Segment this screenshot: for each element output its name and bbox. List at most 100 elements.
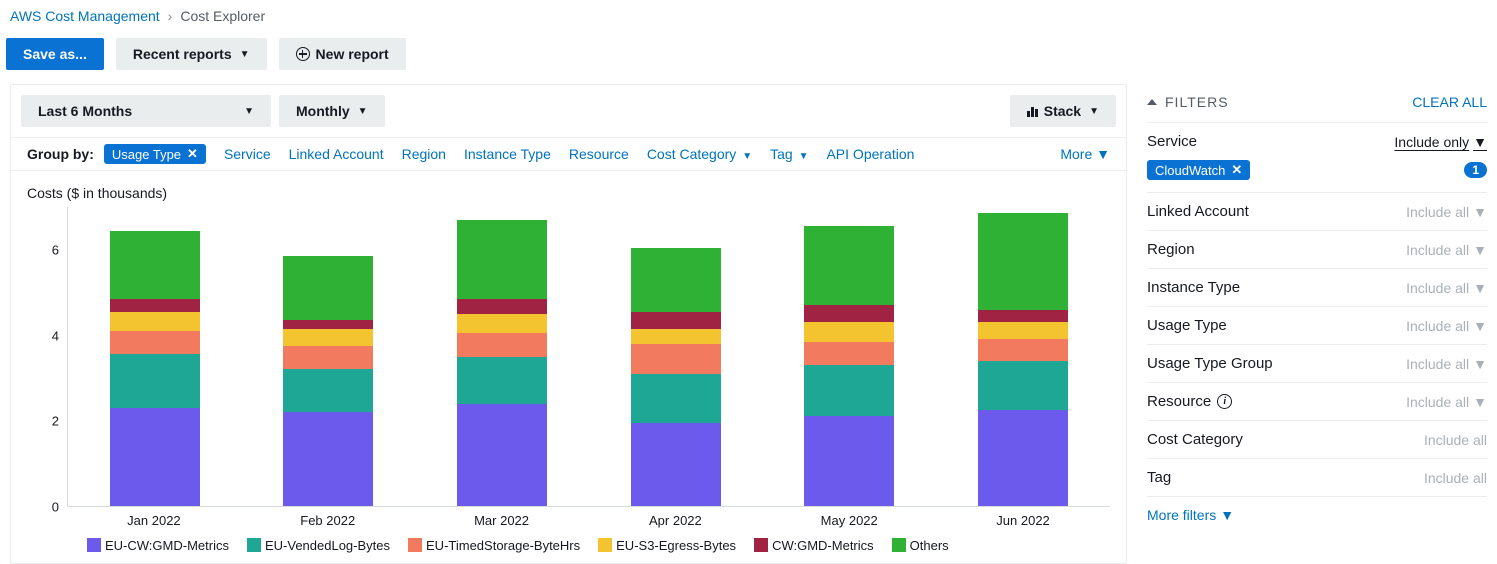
bar-segment — [110, 331, 200, 354]
x-tick: Apr 2022 — [630, 513, 720, 528]
bar-segment — [283, 412, 373, 506]
bar-segment — [978, 310, 1068, 323]
filter-value[interactable]: Include all▼ — [1406, 204, 1487, 220]
close-icon[interactable]: ✕ — [1231, 162, 1242, 178]
x-tick: Feb 2022 — [283, 513, 373, 528]
save-as-button[interactable]: Save as... — [6, 38, 104, 70]
filter-value[interactable]: Include all▼ — [1406, 280, 1487, 296]
toolbar: Save as... Recent reports▼ New report — [0, 32, 1497, 84]
breadcrumb-root[interactable]: AWS Cost Management — [10, 8, 160, 24]
bar-segment — [283, 320, 373, 329]
chart-type-selector[interactable]: Stack▼ — [1010, 95, 1116, 127]
bar-segment — [978, 361, 1068, 410]
caret-down-icon: ▼ — [1096, 146, 1110, 162]
filter-row: TagInclude all — [1147, 459, 1487, 497]
bar-column — [457, 207, 547, 506]
filter-chip-cloudwatch[interactable]: CloudWatch✕ — [1147, 160, 1250, 180]
breadcrumb: AWS Cost Management › Cost Explorer — [0, 0, 1497, 32]
filter-row: Resource iInclude all▼ — [1147, 383, 1487, 421]
cost-chart: 0246 — [27, 207, 1110, 507]
filter-value[interactable]: Include all — [1424, 470, 1487, 486]
filter-name: Usage Type Group — [1147, 355, 1273, 372]
new-report-button[interactable]: New report — [279, 38, 406, 70]
filter-service-mode[interactable]: Include only ▼ — [1394, 134, 1487, 150]
filter-value[interactable]: Include all▼ — [1406, 394, 1487, 410]
filter-value[interactable]: Include all — [1424, 432, 1487, 448]
group-by-option[interactable]: API Operation — [826, 146, 914, 162]
bar-segment — [110, 408, 200, 506]
group-by-option[interactable]: Instance Type — [464, 146, 551, 162]
clear-all-filters[interactable]: CLEAR ALL — [1412, 94, 1487, 110]
group-by-option[interactable]: Tag ▼ — [770, 146, 808, 162]
bar-segment — [804, 342, 894, 365]
bar-segment — [110, 354, 200, 407]
group-by-option[interactable]: Service — [224, 146, 271, 162]
legend-swatch-icon — [408, 538, 422, 552]
chevron-right-icon: › — [168, 8, 173, 24]
filter-row: Usage Type Group Include all▼ — [1147, 345, 1487, 383]
group-by-label: Group by: — [27, 146, 94, 162]
caret-down-icon: ▼ — [358, 106, 368, 117]
caret-down-icon: ▼ — [1473, 204, 1487, 220]
bar-segment — [283, 256, 373, 320]
bar-column — [283, 207, 373, 506]
group-by-active-pill[interactable]: Usage Type✕ — [104, 144, 206, 164]
y-tick: 2 — [29, 414, 59, 429]
chart-title: Costs ($ in thousands) — [27, 185, 1110, 201]
bar-segment — [978, 213, 1068, 309]
close-icon[interactable]: ✕ — [187, 146, 198, 162]
filter-name: Instance Type — [1147, 279, 1240, 296]
caret-up-icon — [1147, 99, 1157, 105]
legend-swatch-icon — [892, 538, 906, 552]
bar-chart-icon — [1027, 105, 1038, 117]
caret-down-icon: ▼ — [742, 151, 752, 162]
bar-segment — [110, 231, 200, 299]
bar-segment — [804, 322, 894, 341]
more-filters[interactable]: More filters ▼ — [1147, 497, 1487, 533]
y-tick: 4 — [29, 328, 59, 343]
filter-value[interactable]: Include all▼ — [1406, 318, 1487, 334]
x-tick: Mar 2022 — [457, 513, 547, 528]
caret-down-icon: ▼ — [244, 106, 254, 117]
caret-down-icon: ▼ — [799, 151, 809, 162]
bar-segment — [283, 329, 373, 346]
filter-value[interactable]: Include all▼ — [1406, 242, 1487, 258]
granularity-selector[interactable]: Monthly▼ — [279, 95, 385, 127]
bar-column — [631, 207, 721, 506]
bar-segment — [457, 404, 547, 507]
caret-down-icon: ▼ — [1473, 280, 1487, 296]
group-by-option[interactable]: Resource — [569, 146, 629, 162]
group-by-bar: Group by: Usage Type✕ Service Linked Acc… — [11, 137, 1126, 171]
caret-down-icon: ▼ — [1473, 134, 1487, 150]
bar-segment — [978, 339, 1068, 360]
caret-down-icon: ▼ — [1220, 507, 1234, 523]
filter-name: Linked Account — [1147, 203, 1249, 220]
filter-value[interactable]: Include all▼ — [1406, 356, 1487, 372]
bar-segment — [631, 344, 721, 374]
filter-row: Instance Type Include all▼ — [1147, 269, 1487, 307]
group-by-option[interactable]: Cost Category ▼ — [647, 146, 752, 162]
breadcrumb-current: Cost Explorer — [180, 8, 265, 24]
group-by-more[interactable]: More ▼ — [1060, 146, 1110, 162]
filter-row: Cost Category Include all — [1147, 421, 1487, 459]
info-icon[interactable]: i — [1217, 394, 1232, 409]
plus-circle-icon — [296, 47, 310, 61]
filter-name: Cost Category — [1147, 431, 1243, 448]
bar-segment — [283, 369, 373, 412]
bar-segment — [457, 333, 547, 356]
bar-segment — [978, 410, 1068, 506]
group-by-option[interactable]: Region — [402, 146, 446, 162]
caret-down-icon: ▼ — [1473, 242, 1487, 258]
x-tick: Jun 2022 — [978, 513, 1068, 528]
bar-segment — [631, 329, 721, 344]
caret-down-icon: ▼ — [1473, 394, 1487, 410]
bar-segment — [804, 416, 894, 506]
bar-column — [110, 207, 200, 506]
group-by-option[interactable]: Linked Account — [289, 146, 384, 162]
date-range-selector[interactable]: Last 6 Months▼ — [21, 95, 271, 127]
x-tick: May 2022 — [804, 513, 894, 528]
filter-row: Linked Account Include all▼ — [1147, 193, 1487, 231]
filters-sidebar: FILTERS CLEAR ALL Service Include only ▼… — [1147, 84, 1487, 564]
recent-reports-button[interactable]: Recent reports▼ — [116, 38, 267, 70]
filter-service-count: 1 — [1464, 162, 1487, 178]
